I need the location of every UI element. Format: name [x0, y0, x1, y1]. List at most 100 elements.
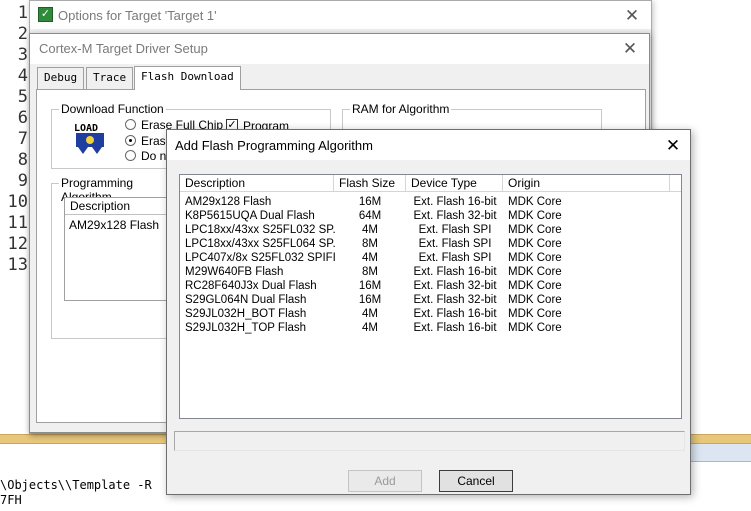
- line-number: 12: [7, 234, 28, 254]
- line-number: 1: [17, 3, 28, 23]
- tab-trace[interactable]: Trace: [86, 67, 134, 89]
- algorithm-list[interactable]: Description Flash Size Device Type Origi…: [179, 174, 682, 419]
- cell-description: LPC407x/8x S25FL032 SPIFI: [185, 252, 335, 264]
- line-number: 10: [7, 192, 28, 212]
- cell-description: S29JL032H_BOT Flash: [185, 308, 307, 320]
- cell-origin: MDK Core: [508, 266, 562, 278]
- options-window-title: Options for Target 'Target 1': [58, 8, 217, 23]
- cell-description: K8P5615UQA Dual Flash: [185, 210, 315, 222]
- cell-description: M29W640FB Flash: [185, 266, 284, 278]
- close-icon[interactable]: ✕: [662, 135, 684, 157]
- cancel-button[interactable]: Cancel: [439, 470, 513, 492]
- cell-device-type: Ext. Flash SPI: [418, 252, 492, 264]
- cell-flash-size: 4M: [362, 322, 378, 334]
- line-number: 5: [17, 87, 28, 107]
- algorithm-list-header: Description Flash Size Device Type Origi…: [180, 175, 681, 192]
- cell-flash-size: 4M: [362, 308, 378, 320]
- cell-device-type: Ext. Flash 16-bit: [413, 196, 497, 208]
- line-number: 11: [7, 213, 28, 233]
- options-titlebar[interactable]: ✓ Options for Target 'Target 1' ✕: [30, 1, 651, 29]
- line-number-gutter: 1 2 3 4 5 6 7 8 9 10 11 12 13: [0, 0, 30, 280]
- cell-origin: MDK Core: [508, 252, 562, 264]
- cell-device-type: Ext. Flash 32-bit: [413, 294, 497, 306]
- cell-flash-size: 16M: [358, 196, 382, 208]
- cell-flash-size: 8M: [362, 266, 378, 278]
- algorithm-path-field: [174, 431, 685, 451]
- cell-origin: MDK Core: [508, 210, 562, 222]
- programming-algorithm-item[interactable]: AM29x128 Flash: [69, 218, 159, 232]
- cell-device-type: Ext. Flash 32-bit: [413, 210, 497, 222]
- line-number: 13: [7, 255, 28, 275]
- close-icon[interactable]: ✕: [621, 5, 643, 27]
- keil-project-icon: ✓: [38, 7, 53, 22]
- add-dialog-titlebar[interactable]: Add Flash Programming Algorithm ✕: [167, 130, 690, 160]
- cell-device-type: Ext. Flash SPI: [418, 238, 492, 250]
- cell-device-type: Ext. Flash 32-bit: [413, 280, 497, 292]
- table-row[interactable]: RC28F640J3x Dual Flash 16M Ext. Flash 32…: [180, 279, 680, 293]
- cell-origin: MDK Core: [508, 294, 562, 306]
- load-icon: LOAD: [74, 123, 104, 154]
- cell-flash-size: 16M: [358, 294, 382, 306]
- line-number: 4: [17, 66, 28, 86]
- cell-flash-size: 64M: [358, 210, 382, 222]
- add-dialog-title: Add Flash Programming Algorithm: [175, 138, 373, 153]
- cell-flash-size: 8M: [362, 238, 378, 250]
- table-row[interactable]: LPC407x/8x S25FL032 SPIFI 4M Ext. Flash …: [180, 251, 680, 265]
- table-row[interactable]: AM29x128 Flash 16M Ext. Flash 16-bit MDK…: [180, 195, 680, 209]
- build-output-line: 7FH: [0, 493, 22, 507]
- output-tab-strip: [690, 444, 751, 462]
- cell-description: LPC18xx/43xx S25FL032 SP...: [185, 224, 335, 236]
- do-not-erase-label: Do n: [141, 149, 167, 163]
- tab-flash-download[interactable]: Flash Download: [134, 66, 241, 90]
- table-row[interactable]: S29JL032H_TOP Flash 4M Ext. Flash 16-bit…: [180, 321, 680, 335]
- cell-origin: MDK Core: [508, 238, 562, 250]
- column-header-device-type[interactable]: Device Type: [406, 175, 503, 192]
- line-number: 8: [17, 150, 28, 170]
- add-flash-algorithm-dialog: Add Flash Programming Algorithm ✕ Descri…: [166, 129, 691, 495]
- cell-description: LPC18xx/43xx S25FL064 SP...: [185, 238, 335, 250]
- cell-device-type: Ext. Flash 16-bit: [413, 322, 497, 334]
- table-row[interactable]: S29GL064N Dual Flash 16M Ext. Flash 32-b…: [180, 293, 680, 307]
- column-header-flash-size[interactable]: Flash Size: [334, 175, 406, 192]
- line-number: 7: [17, 129, 28, 149]
- do-not-erase-radio[interactable]: [125, 150, 136, 161]
- cell-device-type: Ext. Flash SPI: [418, 224, 492, 236]
- cell-description: AM29x128 Flash: [185, 196, 272, 208]
- cell-origin: MDK Core: [508, 308, 562, 320]
- programming-algorithm-header[interactable]: Description: [65, 198, 169, 215]
- table-row[interactable]: S29JL032H_BOT Flash 4M Ext. Flash 16-bit…: [180, 307, 680, 321]
- cell-origin: MDK Core: [508, 224, 562, 236]
- table-row[interactable]: M29W640FB Flash 8M Ext. Flash 16-bit MDK…: [180, 265, 680, 279]
- load-icon-text: LOAD: [74, 123, 98, 134]
- cell-origin: MDK Core: [508, 322, 562, 334]
- cell-description: S29GL064N Dual Flash: [185, 294, 307, 306]
- cell-origin: MDK Core: [508, 196, 562, 208]
- table-row[interactable]: LPC18xx/43xx S25FL064 SP... 8M Ext. Flas…: [180, 237, 680, 251]
- cell-description: S29JL032H_TOP Flash: [185, 322, 307, 334]
- add-button[interactable]: Add: [348, 470, 422, 492]
- column-header-description[interactable]: Description: [180, 175, 334, 192]
- cell-flash-size: 4M: [362, 224, 378, 236]
- table-row[interactable]: LPC18xx/43xx S25FL032 SP... 4M Ext. Flas…: [180, 223, 680, 237]
- line-number: 2: [17, 24, 28, 44]
- line-number: 6: [17, 108, 28, 128]
- cell-flash-size: 16M: [358, 280, 382, 292]
- tab-debug[interactable]: Debug: [37, 67, 85, 89]
- cell-flash-size: 4M: [362, 252, 378, 264]
- cell-description: RC28F640J3x Dual Flash: [185, 280, 317, 292]
- cell-origin: MDK Core: [508, 280, 562, 292]
- close-icon[interactable]: ✕: [619, 38, 641, 60]
- cortex-titlebar[interactable]: Cortex-M Target Driver Setup ✕: [30, 34, 649, 64]
- table-row[interactable]: K8P5615UQA Dual Flash 64M Ext. Flash 32-…: [180, 209, 680, 223]
- cortex-window-title: Cortex-M Target Driver Setup: [39, 41, 208, 56]
- erase-full-chip-radio[interactable]: [125, 119, 136, 130]
- erase-sectors-radio[interactable]: [125, 135, 136, 146]
- column-header-origin[interactable]: Origin: [503, 175, 670, 192]
- ram-for-algorithm-label: RAM for Algorithm: [350, 102, 452, 116]
- line-number: 3: [17, 45, 28, 65]
- download-function-label: Download Function: [59, 102, 166, 116]
- line-number: 9: [17, 171, 28, 191]
- cell-device-type: Ext. Flash 16-bit: [413, 308, 497, 320]
- column-header-filler: [670, 175, 681, 192]
- cell-device-type: Ext. Flash 16-bit: [413, 266, 497, 278]
